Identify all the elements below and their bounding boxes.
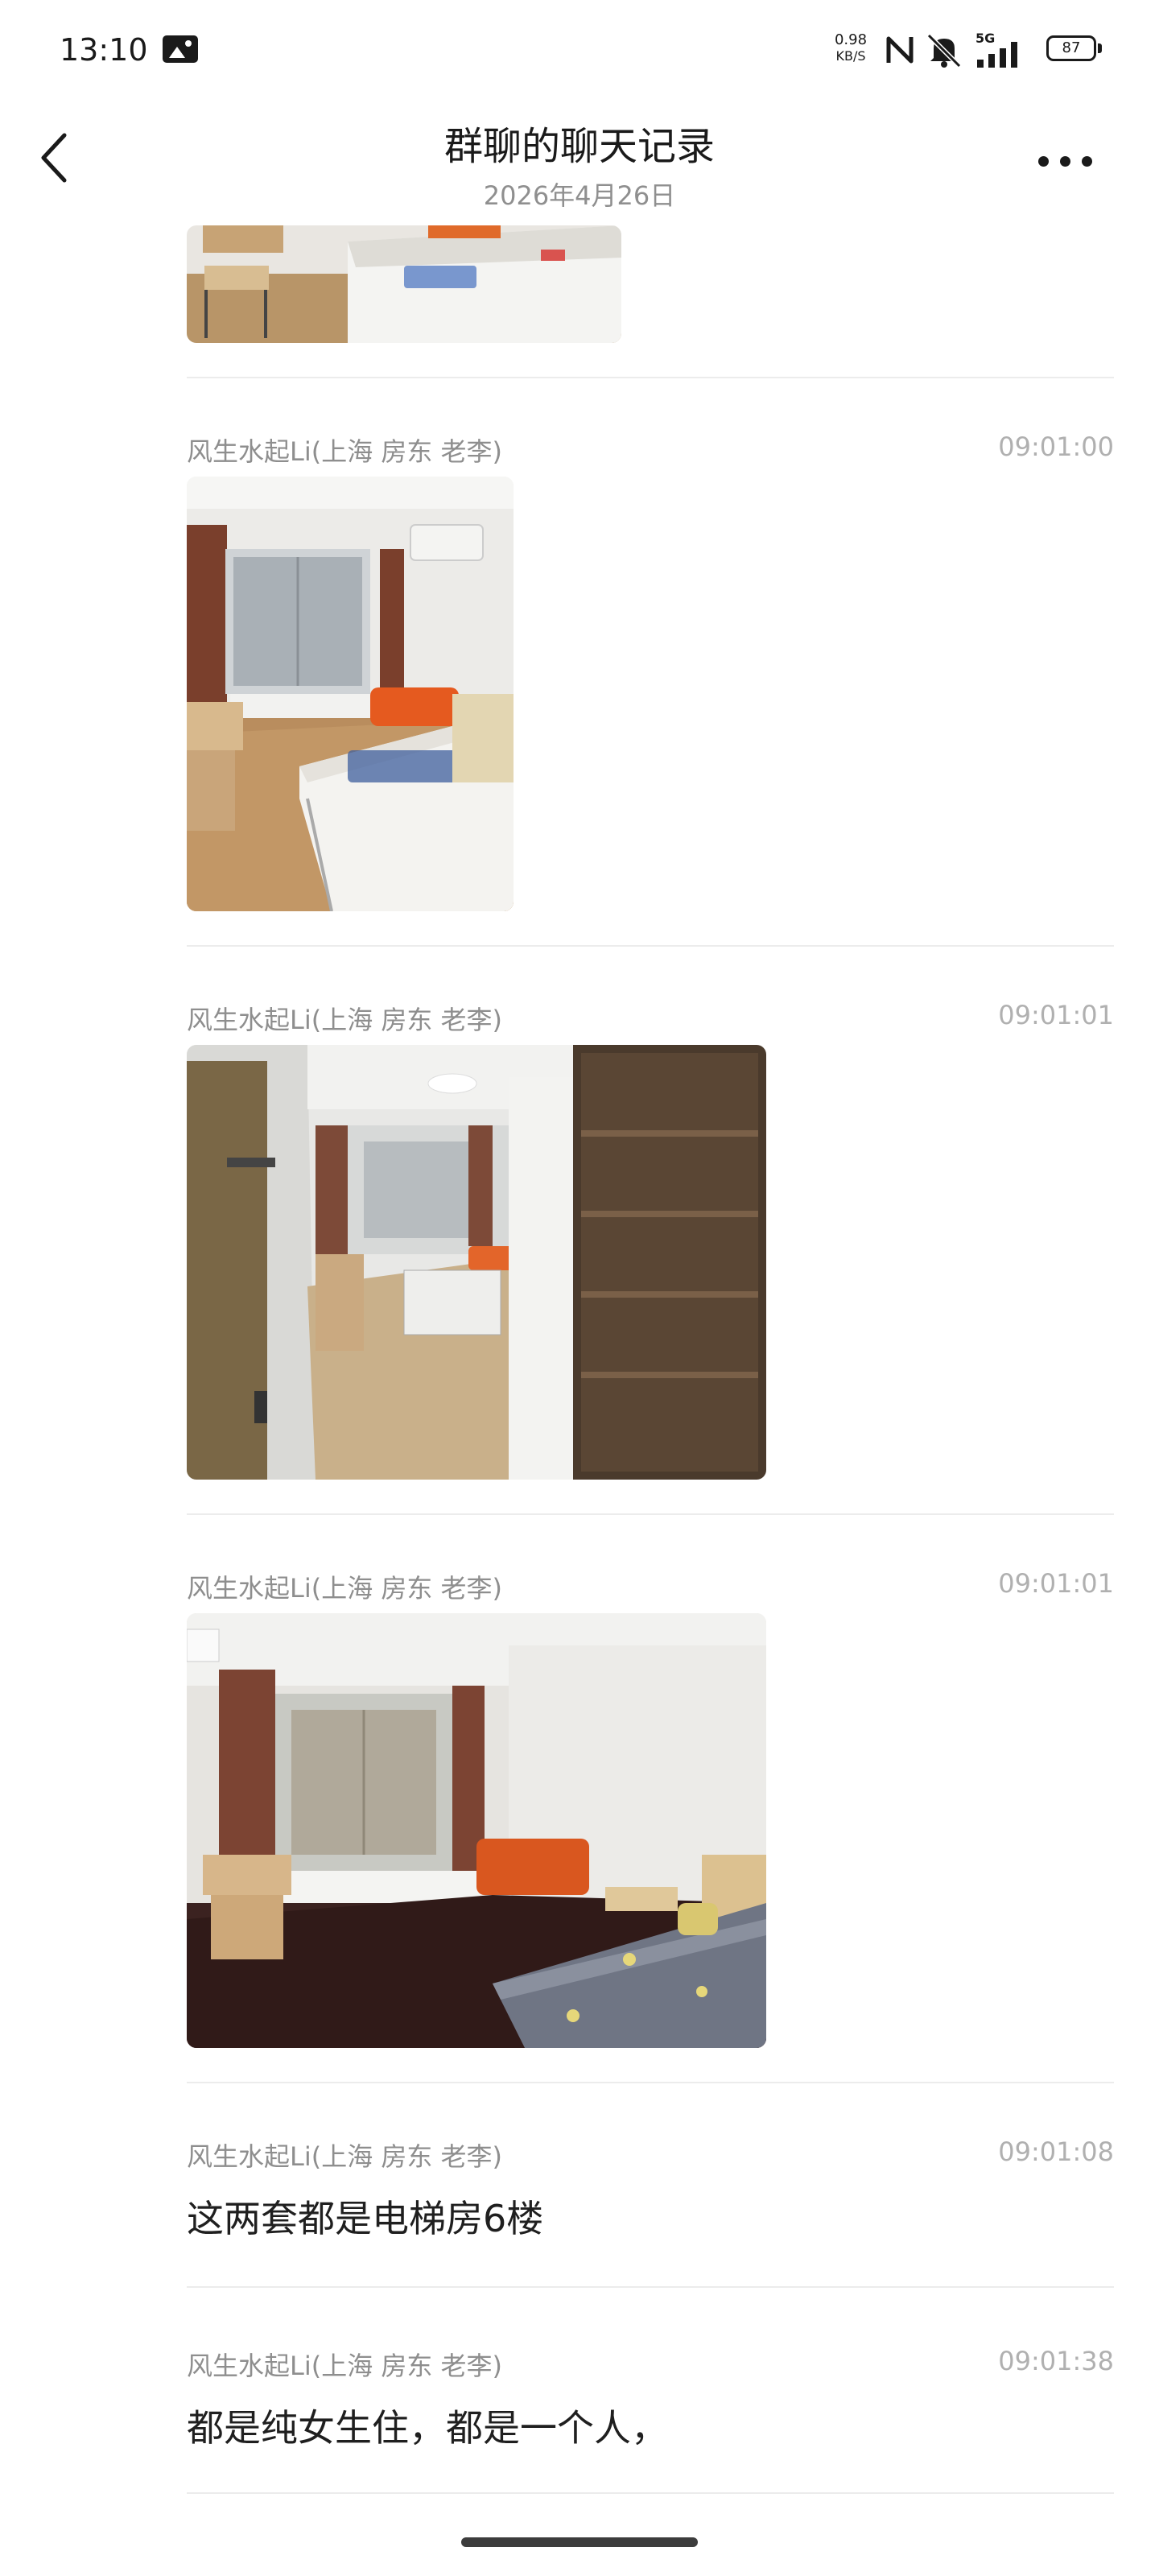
- more-options-icon[interactable]: [1038, 137, 1111, 185]
- message-divider: [187, 377, 1114, 378]
- network-speed-unit: KB/S: [835, 48, 866, 64]
- page-title: 群聊的聊天记录: [443, 124, 715, 169]
- message-image[interactable]: [187, 477, 514, 911]
- message-text: 都是纯女生住，都是一个人，: [187, 2406, 668, 2450]
- gallery-notification-icon: [163, 35, 198, 63]
- status-bar: 13:10 0.98 KB/S 5G 87: [0, 0, 1159, 105]
- message-image[interactable]: [187, 225, 621, 343]
- chat-history-header: 群聊的聊天记录 2026年4月26日: [0, 105, 1159, 225]
- message-time: 09:01:08: [998, 2136, 1114, 2167]
- message-time: 09:01:00: [998, 431, 1114, 462]
- cellular-signal-icon: 5G: [975, 31, 1024, 68]
- message-divider: [187, 2286, 1114, 2288]
- message-sender: 风生水起Li(上海 房东 老李): [187, 2141, 503, 2172]
- status-time: 13:10: [60, 32, 148, 68]
- message-time: 09:01:01: [998, 1568, 1114, 1599]
- message-text: 这两套都是电梯房6楼: [187, 2197, 544, 2240]
- nfc-icon: [886, 36, 914, 64]
- mute-bell-icon: [926, 33, 962, 68]
- message-sender: 风生水起Li(上海 房东 老李): [187, 2351, 503, 2381]
- network-speed-value: 0.98: [834, 31, 868, 48]
- battery-icon: 87: [1046, 35, 1103, 63]
- message-divider: [187, 2082, 1114, 2083]
- message-image[interactable]: [187, 1613, 766, 2048]
- message-sender: 风生水起Li(上海 房东 老李): [187, 1005, 503, 1035]
- message-list[interactable]: 风生水起Li(上海 房东 老李) 09:01:00 风生水起Li(上海 房东 老: [0, 225, 1159, 2528]
- page-date: 2026年4月26日: [483, 180, 676, 211]
- message-time: 09:01:38: [998, 2346, 1114, 2376]
- message-image[interactable]: [187, 1045, 766, 1480]
- message-time: 09:01:01: [998, 1000, 1114, 1030]
- home-indicator[interactable]: [461, 2537, 698, 2547]
- message-divider: [187, 945, 1114, 947]
- message-divider: [187, 2492, 1114, 2494]
- battery-level: 87: [1046, 35, 1096, 61]
- message-sender: 风生水起Li(上海 房东 老李): [187, 1573, 503, 1604]
- message-divider: [187, 1513, 1114, 1515]
- network-speed: 0.98 KB/S: [829, 32, 872, 64]
- message-sender: 风生水起Li(上海 房东 老李): [187, 436, 503, 467]
